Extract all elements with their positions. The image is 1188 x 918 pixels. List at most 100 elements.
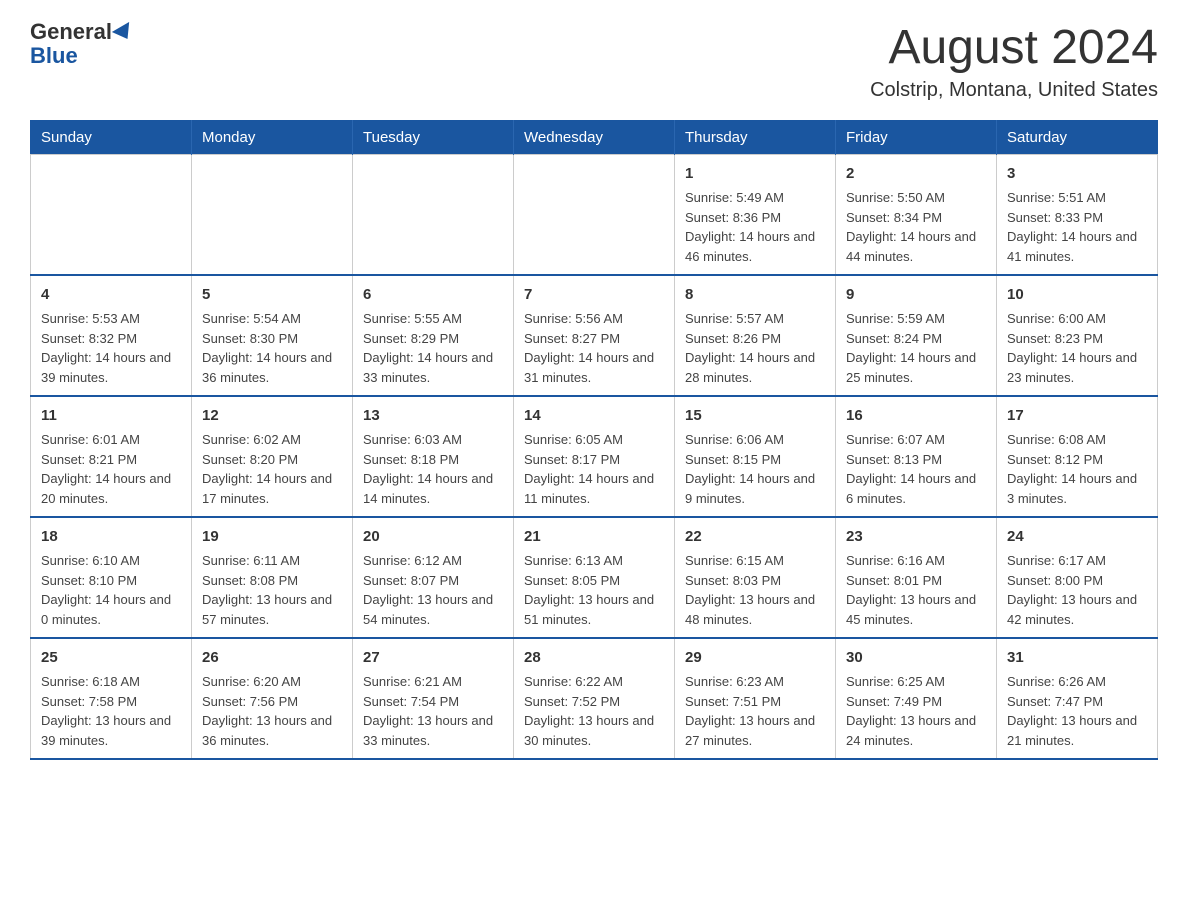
day-info: Sunrise: 6:17 AMSunset: 8:00 PMDaylight:… — [1007, 551, 1147, 629]
day-info: Sunrise: 5:56 AMSunset: 8:27 PMDaylight:… — [524, 309, 664, 387]
day-info: Sunrise: 6:05 AMSunset: 8:17 PMDaylight:… — [524, 430, 664, 508]
calendar-day-cell: 30 Sunrise: 6:25 AMSunset: 7:49 PMDayligh… — [836, 638, 997, 759]
day-info: Sunrise: 6:16 AMSunset: 8:01 PMDaylight:… — [846, 551, 986, 629]
day-info: Sunrise: 5:50 AMSunset: 8:34 PMDaylight:… — [846, 188, 986, 266]
calendar-location: Colstrip, Montana, United States — [870, 79, 1158, 102]
calendar-day-cell: 16 Sunrise: 6:07 AMSunset: 8:13 PMDayligh… — [836, 396, 997, 517]
calendar-day-cell: 24Sunrise: 6:17 AMSunset: 8:00 PMDayligh… — [997, 517, 1158, 638]
day-number: 9 — [846, 284, 986, 305]
calendar-day-cell — [31, 155, 192, 276]
day-info: Sunrise: 6:18 AMSunset: 7:58 PMDaylight:… — [41, 672, 181, 750]
day-number: 10 — [1007, 284, 1147, 305]
calendar-day-cell: 18Sunrise: 6:10 AMSunset: 8:10 PMDayligh… — [31, 517, 192, 638]
day-number: 23 — [846, 526, 986, 547]
calendar-day-cell: 26 Sunrise: 6:20 AMSunset: 7:56 PMDayligh… — [192, 638, 353, 759]
calendar-day-cell: 23 Sunrise: 6:16 AMSunset: 8:01 PMDayligh… — [836, 517, 997, 638]
calendar-day-cell: 10 Sunrise: 6:00 AMSunset: 8:23 PMDayligh… — [997, 275, 1158, 396]
calendar-day-cell: 27Sunrise: 6:21 AMSunset: 7:54 PMDayligh… — [353, 638, 514, 759]
logo-general-text: General — [30, 19, 112, 44]
day-info: Sunrise: 6:13 AMSunset: 8:05 PMDaylight:… — [524, 551, 664, 629]
day-info: Sunrise: 6:06 AMSunset: 8:15 PMDaylight:… — [685, 430, 825, 508]
day-info: Sunrise: 6:07 AMSunset: 8:13 PMDaylight:… — [846, 430, 986, 508]
calendar-day-cell: 6 Sunrise: 5:55 AMSunset: 8:29 PMDaylight… — [353, 275, 514, 396]
calendar-day-cell: 22 Sunrise: 6:15 AMSunset: 8:03 PMDayligh… — [675, 517, 836, 638]
calendar-day-cell: 25Sunrise: 6:18 AMSunset: 7:58 PMDayligh… — [31, 638, 192, 759]
day-info: Sunrise: 6:01 AMSunset: 8:21 PMDaylight:… — [41, 430, 181, 508]
day-info: Sunrise: 6:15 AMSunset: 8:03 PMDaylight:… — [685, 551, 825, 629]
day-number: 8 — [685, 284, 825, 305]
day-info: Sunrise: 5:57 AMSunset: 8:26 PMDaylight:… — [685, 309, 825, 387]
day-info: Sunrise: 6:11 AMSunset: 8:08 PMDaylight:… — [202, 551, 342, 629]
calendar-week-row: 4 Sunrise: 5:53 AMSunset: 8:32 PMDaylight… — [31, 275, 1158, 396]
calendar-day-cell — [353, 155, 514, 276]
day-number: 5 — [202, 284, 342, 305]
day-number: 3 — [1007, 163, 1147, 184]
day-number: 7 — [524, 284, 664, 305]
calendar-day-cell — [514, 155, 675, 276]
day-number: 6 — [363, 284, 503, 305]
calendar-day-cell: 19 Sunrise: 6:11 AMSunset: 8:08 PMDayligh… — [192, 517, 353, 638]
day-info: Sunrise: 6:20 AMSunset: 7:56 PMDaylight:… — [202, 672, 342, 750]
day-of-week-header: Tuesday — [353, 121, 514, 155]
calendar-day-cell: 2Sunrise: 5:50 AMSunset: 8:34 PMDaylight… — [836, 155, 997, 276]
day-number: 16 — [846, 405, 986, 426]
calendar-day-cell: 4 Sunrise: 5:53 AMSunset: 8:32 PMDaylight… — [31, 275, 192, 396]
day-of-week-header: Friday — [836, 121, 997, 155]
page-header: General Blue August 2024 Colstrip, Monta… — [30, 20, 1158, 102]
calendar-day-cell: 1 Sunrise: 5:49 AMSunset: 8:36 PMDaylight… — [675, 155, 836, 276]
calendar-day-cell: 12Sunrise: 6:02 AMSunset: 8:20 PMDayligh… — [192, 396, 353, 517]
day-info: Sunrise: 6:25 AMSunset: 7:49 PMDaylight:… — [846, 672, 986, 750]
day-number: 11 — [41, 405, 181, 426]
day-of-week-header: Sunday — [31, 121, 192, 155]
day-number: 26 — [202, 647, 342, 668]
title-section: August 2024 Colstrip, Montana, United St… — [870, 20, 1158, 102]
day-info: Sunrise: 6:02 AMSunset: 8:20 PMDaylight:… — [202, 430, 342, 508]
day-info: Sunrise: 6:22 AMSunset: 7:52 PMDaylight:… — [524, 672, 664, 750]
day-number: 29 — [685, 647, 825, 668]
day-number: 30 — [846, 647, 986, 668]
calendar-day-cell: 15 Sunrise: 6:06 AMSunset: 8:15 PMDayligh… — [675, 396, 836, 517]
day-info: Sunrise: 6:08 AMSunset: 8:12 PMDaylight:… — [1007, 430, 1147, 508]
calendar-day-cell: 14 Sunrise: 6:05 AMSunset: 8:17 PMDayligh… — [514, 396, 675, 517]
day-info: Sunrise: 5:54 AMSunset: 8:30 PMDaylight:… — [202, 309, 342, 387]
calendar-week-row: 25Sunrise: 6:18 AMSunset: 7:58 PMDayligh… — [31, 638, 1158, 759]
day-of-week-header: Thursday — [675, 121, 836, 155]
calendar-body: 1 Sunrise: 5:49 AMSunset: 8:36 PMDaylight… — [31, 155, 1158, 760]
day-info: Sunrise: 6:03 AMSunset: 8:18 PMDaylight:… — [363, 430, 503, 508]
day-info: Sunrise: 5:55 AMSunset: 8:29 PMDaylight:… — [363, 309, 503, 387]
day-number: 22 — [685, 526, 825, 547]
day-number: 18 — [41, 526, 181, 547]
calendar-day-cell: 28 Sunrise: 6:22 AMSunset: 7:52 PMDayligh… — [514, 638, 675, 759]
day-number: 19 — [202, 526, 342, 547]
calendar-table: SundayMondayTuesdayWednesdayThursdayFrid… — [30, 120, 1158, 760]
day-info: Sunrise: 6:21 AMSunset: 7:54 PMDaylight:… — [363, 672, 503, 750]
day-of-week-header: Monday — [192, 121, 353, 155]
day-info: Sunrise: 5:53 AMSunset: 8:32 PMDaylight:… — [41, 309, 181, 387]
calendar-week-row: 18Sunrise: 6:10 AMSunset: 8:10 PMDayligh… — [31, 517, 1158, 638]
day-info: Sunrise: 6:00 AMSunset: 8:23 PMDaylight:… — [1007, 309, 1147, 387]
calendar-day-cell: 3Sunrise: 5:51 AMSunset: 8:33 PMDaylight… — [997, 155, 1158, 276]
calendar-day-cell: 20Sunrise: 6:12 AMSunset: 8:07 PMDayligh… — [353, 517, 514, 638]
day-info: Sunrise: 5:49 AMSunset: 8:36 PMDaylight:… — [685, 188, 825, 266]
calendar-week-row: 11 Sunrise: 6:01 AMSunset: 8:21 PMDayligh… — [31, 396, 1158, 517]
calendar-day-cell: 8 Sunrise: 5:57 AMSunset: 8:26 PMDaylight… — [675, 275, 836, 396]
calendar-day-cell: 21Sunrise: 6:13 AMSunset: 8:05 PMDayligh… — [514, 517, 675, 638]
day-header-row: SundayMondayTuesdayWednesdayThursdayFrid… — [31, 121, 1158, 155]
calendar-header: SundayMondayTuesdayWednesdayThursdayFrid… — [31, 121, 1158, 155]
logo-blue-text: Blue — [30, 44, 134, 68]
day-of-week-header: Saturday — [997, 121, 1158, 155]
day-of-week-header: Wednesday — [514, 121, 675, 155]
day-info: Sunrise: 6:23 AMSunset: 7:51 PMDaylight:… — [685, 672, 825, 750]
logo: General Blue — [30, 20, 134, 68]
day-info: Sunrise: 6:26 AMSunset: 7:47 PMDaylight:… — [1007, 672, 1147, 750]
calendar-day-cell — [192, 155, 353, 276]
day-number: 1 — [685, 163, 825, 184]
calendar-week-row: 1 Sunrise: 5:49 AMSunset: 8:36 PMDaylight… — [31, 155, 1158, 276]
day-number: 15 — [685, 405, 825, 426]
calendar-day-cell: 13Sunrise: 6:03 AMSunset: 8:18 PMDayligh… — [353, 396, 514, 517]
day-number: 28 — [524, 647, 664, 668]
calendar-day-cell: 31Sunrise: 6:26 AMSunset: 7:47 PMDayligh… — [997, 638, 1158, 759]
day-number: 14 — [524, 405, 664, 426]
day-number: 4 — [41, 284, 181, 305]
calendar-day-cell: 11 Sunrise: 6:01 AMSunset: 8:21 PMDayligh… — [31, 396, 192, 517]
